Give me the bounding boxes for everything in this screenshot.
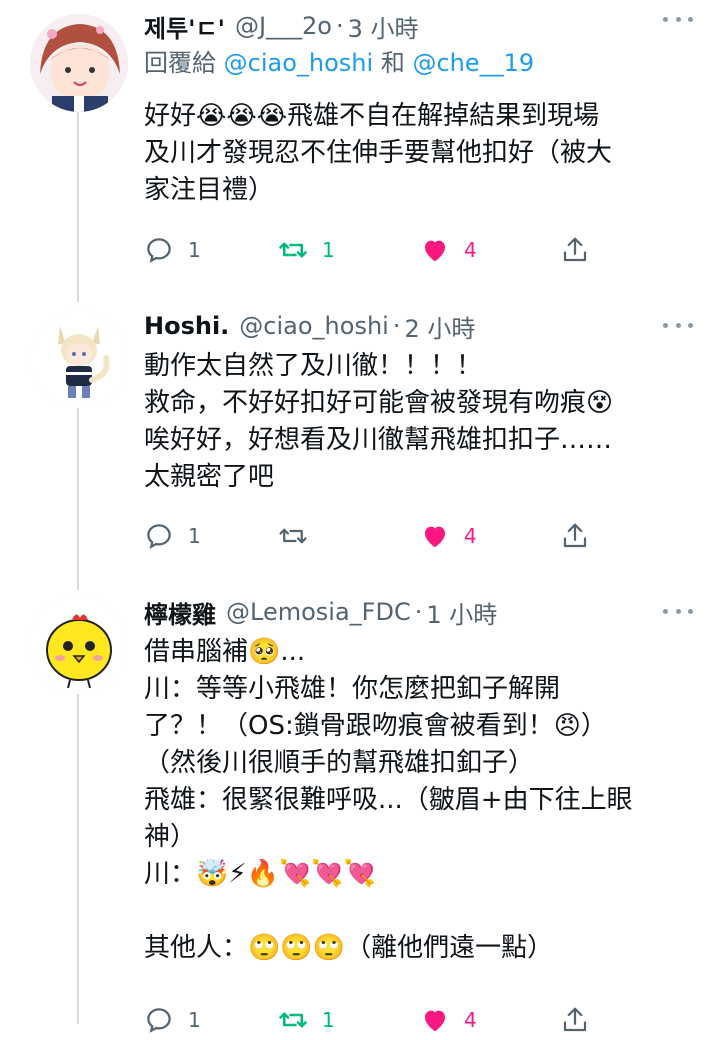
timestamp[interactable]: 2 小時 xyxy=(404,309,475,344)
like-icon xyxy=(425,526,445,548)
display-name[interactable]: 제투'ㄷ' xyxy=(144,9,225,44)
like-count: 4 xyxy=(464,1008,477,1032)
separator: · xyxy=(392,312,401,340)
reply-count: 1 xyxy=(188,1008,201,1032)
reply-button[interactable]: 1 xyxy=(144,1000,201,1040)
replying-to: 回覆給 @ciao_hoshi 和 @che__19 xyxy=(144,44,687,82)
more-icon[interactable] xyxy=(663,14,693,24)
reply-count: 1 xyxy=(188,238,201,262)
share-icon xyxy=(563,1007,587,1032)
more-icon[interactable] xyxy=(663,606,693,616)
reply-count: 1 xyxy=(188,524,201,548)
like-count: 4 xyxy=(464,238,477,262)
retweet-icon xyxy=(279,1012,307,1028)
tweet[interactable]: 檸檬雞 @Lemosia_FDC · 1 小時 借串腦補🥺... 川：等等小飛雄… xyxy=(0,582,707,1033)
mention-link[interactable]: @che__19 xyxy=(412,49,534,77)
retweet-button[interactable] xyxy=(278,516,322,556)
mention-link[interactable]: @ciao_hoshi xyxy=(224,49,374,77)
replying-prefix: 回覆給 xyxy=(144,49,216,77)
tweet-text: 好好😭😭😭飛雄不自在解掉結果到現場 及川才發現忍不住伸手要幫他扣好（被大 家注目… xyxy=(144,101,613,205)
tweet-text: 動作太自然了及川徹！！！！ 救命，不好好扣好可能會被發現有吻痕😵 唉好好，好想看… xyxy=(144,351,614,492)
share-icon xyxy=(563,523,587,548)
more-icon[interactable] xyxy=(663,320,693,330)
like-button[interactable]: 4 xyxy=(420,1000,477,1040)
tweet-actions: 1 4 xyxy=(144,516,614,556)
reply-button[interactable]: 1 xyxy=(144,516,201,556)
retweet-button[interactable]: 1 xyxy=(278,230,335,270)
retweet-icon xyxy=(279,528,307,544)
reply-button[interactable]: 1 xyxy=(144,230,201,270)
tweet-text: 借串腦補🥺... 川：等等小飛雄！你怎麼把釦子解開 了？！（OS:鎖骨跟吻痕會被… xyxy=(144,637,633,963)
avatar[interactable] xyxy=(30,14,128,112)
like-count: 4 xyxy=(464,524,477,548)
display-name[interactable]: Hoshi. xyxy=(144,312,229,340)
user-handle[interactable]: @Lemosia_FDC xyxy=(226,598,411,626)
timestamp[interactable]: 1 小時 xyxy=(426,595,497,630)
avatar-image xyxy=(30,596,128,694)
reply-icon xyxy=(147,238,171,263)
share-button[interactable] xyxy=(560,1000,590,1040)
avatar-image xyxy=(30,310,128,408)
tweet-header: 檸檬雞 @Lemosia_FDC · 1 小時 xyxy=(144,594,687,630)
like-icon xyxy=(425,240,445,262)
like-button[interactable]: 4 xyxy=(420,230,477,270)
reply-icon xyxy=(147,524,171,549)
avatar-image xyxy=(30,14,128,112)
share-icon xyxy=(563,237,587,262)
retweet-count: 1 xyxy=(322,238,335,262)
tweet-actions: 1 1 4 xyxy=(144,230,614,270)
replying-and: 和 xyxy=(380,49,405,77)
separator: · xyxy=(335,12,344,40)
avatar[interactable] xyxy=(30,310,128,408)
retweet-icon xyxy=(279,242,307,258)
tweet[interactable]: 제투'ㄷ' @J___2o · 3 小時 回覆給 @ciao_hoshi 和 @… xyxy=(0,0,707,290)
tweet[interactable]: Hoshi. @ciao_hoshi · 2 小時 動作太自然了及川徹！！！！ … xyxy=(0,296,707,586)
timestamp[interactable]: 3 小時 xyxy=(348,9,419,44)
reply-icon xyxy=(147,1008,171,1033)
tweet-header: 제투'ㄷ' @J___2o · 3 小時 xyxy=(144,8,687,44)
user-handle[interactable]: @ciao_hoshi xyxy=(239,312,389,340)
retweet-count: 1 xyxy=(322,1008,335,1032)
retweet-button[interactable]: 1 xyxy=(278,1000,335,1040)
like-icon xyxy=(425,1010,445,1032)
like-button[interactable]: 4 xyxy=(420,516,477,556)
separator: · xyxy=(414,598,423,626)
avatar[interactable] xyxy=(30,596,128,694)
share-button[interactable] xyxy=(560,516,590,556)
share-button[interactable] xyxy=(560,230,590,270)
display-name[interactable]: 檸檬雞 xyxy=(144,595,216,630)
user-handle[interactable]: @J___2o xyxy=(235,12,332,40)
tweet-actions: 1 1 4 xyxy=(144,1000,614,1040)
tweet-header: Hoshi. @ciao_hoshi · 2 小時 xyxy=(144,308,687,344)
